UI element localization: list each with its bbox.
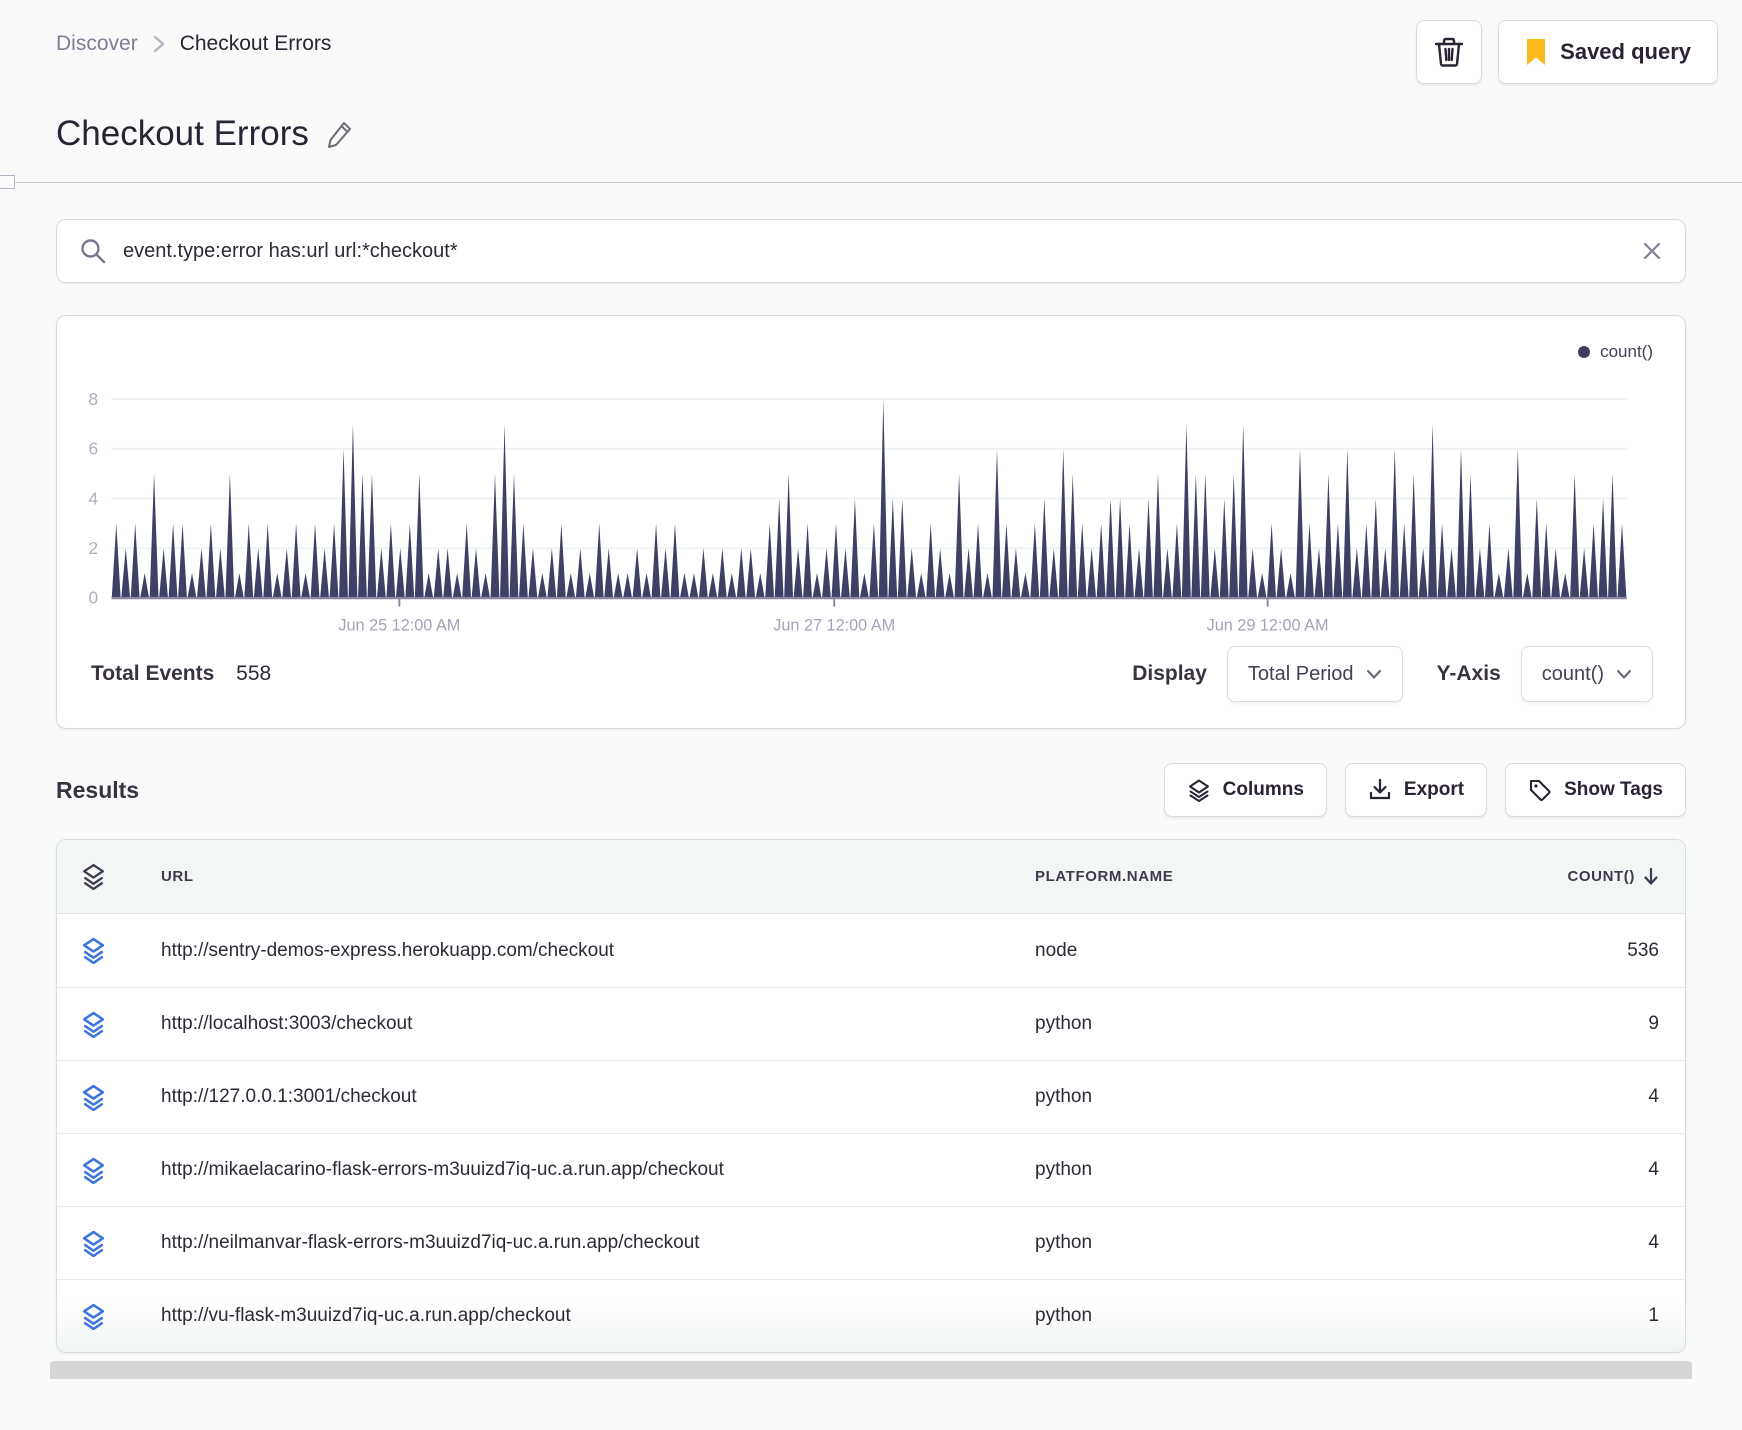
count-cell: 4 <box>1648 1086 1659 1108</box>
platform-cell: python <box>1035 1086 1093 1108</box>
clear-search-icon[interactable] <box>1641 240 1663 262</box>
svg-text:2: 2 <box>89 538 99 558</box>
show-tags-button-label: Show Tags <box>1564 779 1663 801</box>
download-icon <box>1368 778 1392 802</box>
platform-cell: python <box>1035 1305 1093 1327</box>
table-row: http://mikaelacarino-flask-errors-m3uuiz… <box>57 1133 1685 1206</box>
tag-icon <box>1528 778 1552 802</box>
yaxis-select-value: count() <box>1541 662 1604 685</box>
column-header-platform[interactable]: PLATFORM.NAME <box>1035 868 1375 885</box>
chart-legend[interactable]: count() <box>1578 342 1653 362</box>
legend-series-dot <box>1578 346 1591 358</box>
total-events-label: Total Events <box>91 662 215 686</box>
columns-button[interactable]: Columns <box>1163 763 1327 818</box>
chevron-right-icon <box>152 33 166 55</box>
search-icon <box>79 237 107 265</box>
svg-text:Jun 27 12:00 AM: Jun 27 12:00 AM <box>773 617 895 635</box>
discover-saved-query-page: Discover Checkout Errors Saved query Che… <box>0 0 1742 1430</box>
saved-query-label: Saved query <box>1560 39 1691 64</box>
url-cell[interactable]: http://vu-flask-m3uuizd7iq-uc.a.run.app/… <box>161 1305 1011 1327</box>
svg-text:6: 6 <box>89 439 99 459</box>
bookmark-icon <box>1525 38 1547 66</box>
count-cell: 4 <box>1648 1232 1659 1254</box>
delete-query-button[interactable] <box>1416 20 1483 84</box>
cutoff-element-edge <box>50 1361 1692 1380</box>
table-row: http://neilmanvar-flask-errors-m3uuizd7i… <box>57 1206 1685 1279</box>
stacked-events-icon[interactable] <box>81 1157 137 1184</box>
count-cell: 1 <box>1648 1305 1659 1327</box>
stacked-events-icon[interactable] <box>81 1011 137 1038</box>
show-tags-button[interactable]: Show Tags <box>1505 763 1686 818</box>
saved-query-button[interactable]: Saved query <box>1498 20 1718 84</box>
results-table: URL PLATFORM.NAME COUNT() http://sentry-… <box>56 839 1686 1354</box>
svg-text:0: 0 <box>89 588 99 608</box>
chart-footer: Total Events 558 Display Total Period Y-… <box>77 638 1665 722</box>
table-row: http://localhost:3003/checkout python 9 <box>57 987 1685 1060</box>
svg-text:Jun 29 12:00 AM: Jun 29 12:00 AM <box>1207 617 1329 635</box>
url-cell[interactable]: http://neilmanvar-flask-errors-m3uuizd7i… <box>161 1232 1011 1254</box>
url-cell[interactable]: http://mikaelacarino-flask-errors-m3uuiz… <box>161 1159 1011 1181</box>
edit-title-pencil-icon[interactable] <box>325 118 355 150</box>
export-button-label: Export <box>1403 779 1465 801</box>
platform-cell: python <box>1035 1232 1093 1254</box>
breadcrumb-current: Checkout Errors <box>179 32 332 55</box>
svg-text:8: 8 <box>89 389 99 409</box>
search-bar <box>56 219 1686 283</box>
table-row: http://127.0.0.1:3001/checkout python 4 <box>57 1060 1685 1133</box>
search-input[interactable] <box>123 239 1625 263</box>
breadcrumb: Discover Checkout Errors <box>56 20 331 56</box>
sort-desc-arrow-icon <box>1643 867 1659 886</box>
svg-text:Jun 25 12:00 AM: Jun 25 12:00 AM <box>338 617 460 635</box>
page-title: Checkout Errors <box>56 114 309 153</box>
svg-text:4: 4 <box>89 488 99 508</box>
layers-icon <box>1187 778 1211 803</box>
column-header-url[interactable]: URL <box>161 868 1011 885</box>
stacked-events-icon[interactable] <box>81 1230 137 1257</box>
panel-resize-handle[interactable] <box>0 175 15 189</box>
stack-icon <box>81 863 137 891</box>
column-header-count[interactable]: COUNT() <box>1399 867 1659 886</box>
results-title: Results <box>56 776 140 803</box>
topbar: Discover Checkout Errors Saved query <box>0 0 1742 84</box>
url-cell[interactable]: http://127.0.0.1:3001/checkout <box>161 1086 1011 1108</box>
platform-cell: node <box>1035 939 1078 961</box>
total-events: Total Events 558 <box>91 662 271 686</box>
table-row: http://sentry-demos-express.herokuapp.co… <box>57 914 1685 987</box>
platform-cell: python <box>1035 1159 1093 1181</box>
display-label: Display <box>1132 662 1207 686</box>
platform-cell: python <box>1035 1013 1093 1035</box>
topbar-actions: Saved query <box>1416 20 1718 84</box>
display-select-value: Total Period <box>1247 662 1354 685</box>
chevron-down-icon <box>1366 669 1382 680</box>
stacked-events-icon[interactable] <box>81 1303 137 1330</box>
results-actions: Columns Export Show Tags <box>1163 763 1686 818</box>
table-header-row: URL PLATFORM.NAME COUNT() <box>57 840 1685 915</box>
trash-icon <box>1434 36 1464 68</box>
legend-series-label: count() <box>1600 342 1653 361</box>
columns-button-label: Columns <box>1222 779 1304 801</box>
title-row: Checkout Errors <box>0 84 1742 154</box>
header-divider <box>0 175 1742 189</box>
export-button[interactable]: Export <box>1344 763 1488 818</box>
display-select[interactable]: Total Period <box>1226 646 1403 703</box>
stacked-events-icon[interactable] <box>81 1084 137 1111</box>
breadcrumb-discover[interactable]: Discover <box>56 32 138 56</box>
yaxis-select[interactable]: count() <box>1520 646 1653 703</box>
count-cell: 4 <box>1648 1159 1659 1181</box>
chart-controls: Display Total Period Y-Axis count() <box>1132 646 1653 703</box>
stacked-events-icon[interactable] <box>81 937 137 965</box>
table-body: http://sentry-demos-express.herokuapp.co… <box>57 914 1685 1353</box>
chart-card: count() 0 2 4 6 8 Jun 25 12:00 AM Jun 27 12:00… <box>56 315 1686 730</box>
table-row: http://vu-flask-m3uuizd7iq-uc.a.run.app/… <box>57 1279 1685 1353</box>
chevron-down-icon <box>1616 669 1632 680</box>
results-header: Results Columns Export Show Tags <box>56 763 1686 818</box>
url-cell[interactable]: http://sentry-demos-express.herokuapp.co… <box>161 940 1011 962</box>
events-bar-chart[interactable]: 0 2 4 6 8 Jun 25 12:00 AM Jun 27 12:00 AM Jun 2… <box>77 378 1665 638</box>
url-cell[interactable]: http://localhost:3003/checkout <box>161 1013 1011 1035</box>
count-cell: 536 <box>1627 939 1659 961</box>
total-events-value: 558 <box>236 662 272 686</box>
yaxis-label: Y-Axis <box>1436 662 1501 686</box>
count-cell: 9 <box>1648 1013 1659 1035</box>
